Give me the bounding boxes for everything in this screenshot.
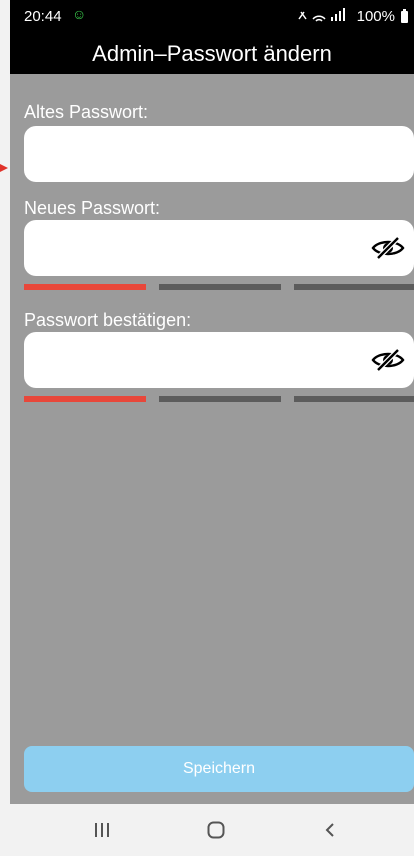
- battery-icon: [401, 8, 408, 23]
- new-password-strength-1: [24, 284, 146, 290]
- recent-apps-icon[interactable]: [72, 812, 132, 848]
- eye-off-icon[interactable]: [362, 332, 414, 388]
- confirm-password-input[interactable]: [24, 332, 414, 388]
- eye-off-icon[interactable]: [362, 220, 414, 276]
- status-bar: 20:44 ☺ 100%: [10, 0, 414, 34]
- status-indicators: 100%: [297, 8, 408, 25]
- battery-percent: 100%: [356, 8, 395, 25]
- page-title: Admin–Passwort ändern: [10, 34, 414, 74]
- smiley-icon: ☺: [72, 6, 87, 22]
- confirm-password-strength-3: [294, 396, 414, 402]
- home-icon[interactable]: [186, 812, 246, 848]
- form-area: Altes Passwort: Neues Passwort: Passwort…: [10, 74, 414, 804]
- confirm-password-strength-2: [159, 396, 281, 402]
- save-button[interactable]: Speichern: [24, 746, 414, 792]
- old-password-input[interactable]: [24, 126, 414, 182]
- confirm-password-label: Passwort bestätigen:: [24, 310, 192, 330]
- confirm-password-field: [24, 332, 414, 388]
- old-password-label: Altes Passwort:: [24, 102, 149, 122]
- back-icon[interactable]: [300, 812, 360, 848]
- confirm-password-strength-1: [24, 396, 146, 402]
- status-time: 20:44: [24, 8, 62, 25]
- new-password-field: [24, 220, 414, 276]
- new-password-input[interactable]: [24, 220, 414, 276]
- phone-screen: 20:44 ☺ 100% Admin–Passwort ändern Altes…: [10, 0, 414, 856]
- navigation-bar: [10, 804, 414, 856]
- signal-icon: [297, 8, 351, 25]
- new-password-strength-2: [159, 284, 281, 290]
- new-password-strength-3: [294, 284, 414, 290]
- pointer-arrow-icon: [0, 164, 8, 172]
- new-password-label: Neues Passwort:: [24, 198, 161, 218]
